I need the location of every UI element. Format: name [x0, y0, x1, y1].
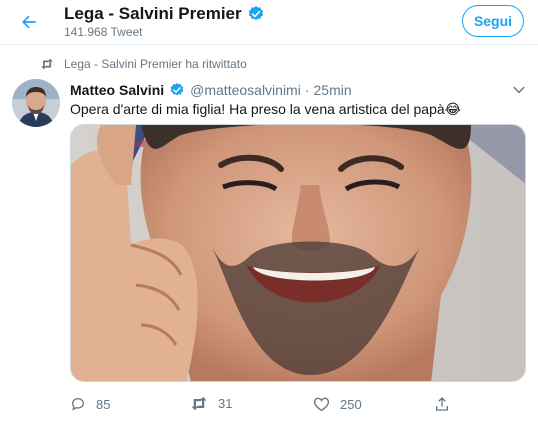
profile-title: Lega - Salvini Premier: [64, 4, 242, 23]
tweet-text-body: Opera d'arte di mia figlia! Ha preso la …: [70, 101, 445, 117]
avatar[interactable]: [12, 79, 60, 127]
reply-icon: [71, 397, 85, 411]
laughing-emoji: 😂: [444, 101, 462, 117]
verified-badge-icon: [248, 6, 263, 21]
author-name[interactable]: Matteo Salvini: [70, 82, 164, 98]
profile-header: Lega - Salvini Premier 141.968 Tweet Seg…: [0, 0, 538, 45]
tweet-actions: 85 31 250: [70, 396, 526, 416]
retweet-notice-text: Lega - Salvini Premier ha ritwittato: [64, 57, 247, 71]
tweet-text: Opera d'arte di mia figlia! Ha preso la …: [70, 101, 461, 118]
author-handle[interactable]: @matteosalvinimi: [190, 82, 301, 98]
verified-badge-icon: [170, 83, 184, 96]
separator-dot: ·: [304, 82, 310, 98]
retweet-icon: [41, 58, 53, 70]
back-button[interactable]: [14, 9, 44, 35]
retweet-notice: Lega - Salvini Premier ha ritwittato: [40, 57, 247, 71]
reply-button[interactable]: 85: [70, 396, 110, 412]
like-count: 250: [340, 396, 362, 412]
tweet-count: 141.968 Tweet: [64, 25, 143, 39]
profile-title-row: Lega - Salvini Premier: [64, 4, 265, 24]
retweet-icon: [191, 396, 207, 411]
back-arrow-icon: [22, 15, 36, 29]
retweet-count: 31: [218, 396, 233, 411]
chevron-down-icon: [513, 86, 525, 94]
retweet-button[interactable]: 31: [190, 396, 232, 411]
like-icon: [313, 397, 330, 412]
follow-button[interactable]: Segui: [462, 5, 524, 37]
tweet-time[interactable]: 25min: [314, 82, 352, 98]
reply-count: 85: [96, 396, 111, 412]
like-button[interactable]: 250: [313, 396, 362, 412]
share-icon: [436, 397, 448, 411]
tweet-menu-button[interactable]: [512, 83, 528, 95]
share-button[interactable]: [434, 396, 450, 412]
tweet-header: Matteo Salvini @matteosalvinimi · 25min: [70, 82, 352, 98]
tweet-media-image[interactable]: [70, 124, 526, 382]
